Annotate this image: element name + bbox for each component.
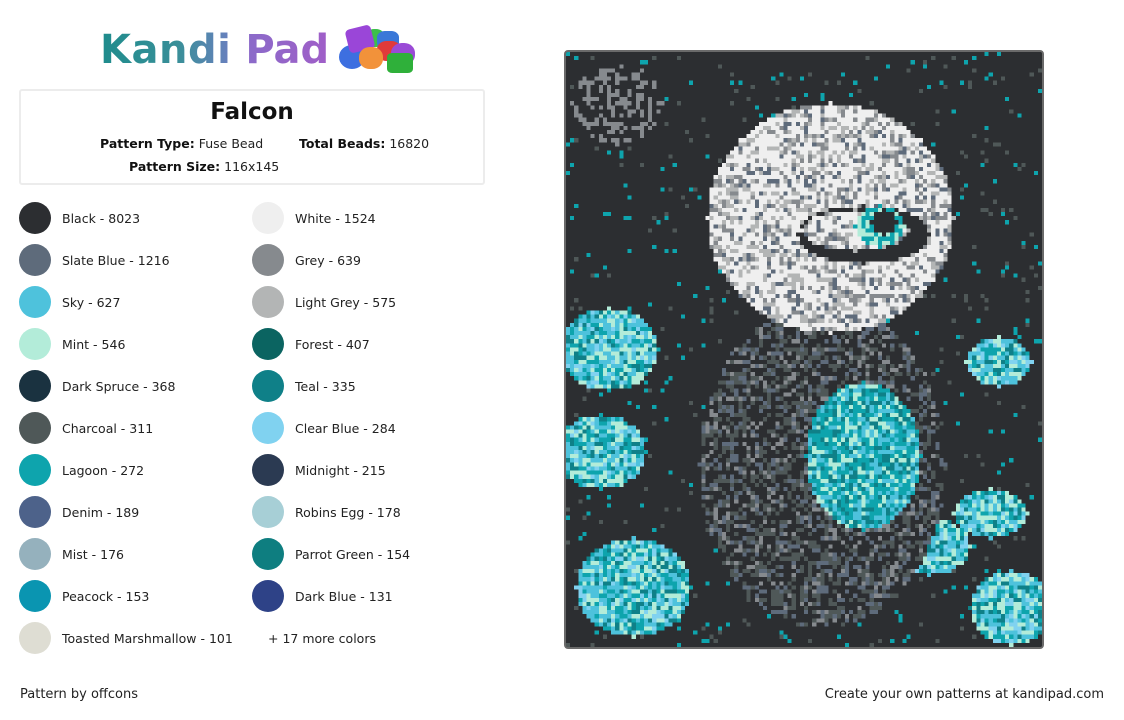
color-swatch (19, 412, 51, 444)
color-label: Sky - 627 (62, 294, 121, 310)
total-beads-value: 16820 (389, 136, 430, 151)
color-item: Lagoon - 272 (19, 454, 259, 486)
color-item: Sky - 627 (19, 286, 259, 318)
more-colors-link[interactable]: + 17 more colors (268, 631, 376, 646)
color-swatch (252, 286, 284, 318)
color-label: Light Grey - 575 (295, 294, 397, 310)
color-label: Dark Blue - 131 (295, 588, 393, 604)
color-item: Dark Spruce - 368 (19, 370, 259, 402)
color-item: Mint - 546 (19, 328, 259, 360)
bead-pile-icon (339, 24, 417, 75)
color-label: Clear Blue - 284 (295, 420, 396, 436)
pattern-size: Pattern Size: 116x145 (129, 159, 279, 174)
color-swatch (19, 328, 51, 360)
pattern-type-label: Pattern Type: (100, 136, 195, 151)
color-swatch (19, 496, 51, 528)
color-item: Midnight - 215 (252, 454, 492, 486)
color-label: Robins Egg - 178 (295, 504, 401, 520)
pattern-type-value: Fuse Bead (198, 136, 264, 151)
color-item: Clear Blue - 284 (252, 412, 492, 444)
color-swatch (19, 622, 51, 654)
color-swatch (19, 580, 51, 612)
color-label: Grey - 639 (295, 252, 361, 268)
bead-pattern-canvas (566, 52, 1042, 647)
kandipad-logo[interactable]: Kandi Pad (100, 24, 417, 76)
pattern-title: Falcon (210, 99, 294, 125)
color-item: Forest - 407 (252, 328, 492, 360)
color-item: Charcoal - 311 (19, 412, 259, 444)
color-item: Slate Blue - 1216 (19, 244, 259, 276)
color-item: Dark Blue - 131 (252, 580, 492, 612)
pattern-preview-image (564, 50, 1044, 649)
color-swatch (252, 244, 284, 276)
kandipad-promo-link[interactable]: Create your own patterns at kandipad.com (825, 687, 1104, 702)
color-swatch (19, 286, 51, 318)
pattern-type: Pattern Type: Fuse Bead (100, 136, 263, 151)
color-label: Mist - 176 (62, 546, 124, 562)
color-swatch (19, 244, 51, 276)
color-item: Toasted Marshmallow - 101 (19, 622, 259, 654)
color-swatch (19, 202, 51, 234)
color-label: Lagoon - 272 (62, 462, 145, 478)
color-label: White - 1524 (295, 210, 376, 226)
logo-text-pad: Pad (245, 27, 330, 73)
color-item: Peacock - 153 (19, 580, 259, 612)
color-item: Light Grey - 575 (252, 286, 492, 318)
color-swatch (252, 454, 284, 486)
color-swatch (252, 202, 284, 234)
color-label: Denim - 189 (62, 504, 140, 520)
total-beads-label: Total Beads: (299, 136, 386, 151)
color-item: White - 1524 (252, 202, 492, 234)
color-item: Teal - 335 (252, 370, 492, 402)
pattern-size-label: Pattern Size: (129, 159, 221, 174)
logo-text-kandi: Kandi (100, 27, 232, 73)
color-swatch (19, 538, 51, 570)
color-swatch (252, 412, 284, 444)
color-item: Black - 8023 (19, 202, 259, 234)
color-swatch (252, 580, 284, 612)
color-item: Parrot Green - 154 (252, 538, 492, 570)
color-item: Robins Egg - 178 (252, 496, 492, 528)
total-beads: Total Beads: 16820 (299, 136, 429, 151)
color-swatch (19, 454, 51, 486)
color-item: Denim - 189 (19, 496, 259, 528)
color-label: Mint - 546 (62, 336, 126, 352)
color-label: Charcoal - 311 (62, 420, 154, 436)
color-label: Peacock - 153 (62, 588, 150, 604)
pattern-size-value: 116x145 (224, 159, 280, 174)
color-label: Slate Blue - 1216 (62, 252, 170, 268)
pattern-author[interactable]: Pattern by offcons (20, 687, 138, 702)
color-label: Parrot Green - 154 (295, 546, 411, 562)
color-item: Grey - 639 (252, 244, 492, 276)
color-label: Toasted Marshmallow - 101 (62, 630, 233, 646)
color-label: Forest - 407 (295, 336, 370, 352)
color-label: Dark Spruce - 368 (62, 378, 176, 394)
color-swatch (252, 328, 284, 360)
color-swatch (252, 538, 284, 570)
color-label: Midnight - 215 (295, 462, 386, 478)
color-item: Mist - 176 (19, 538, 259, 570)
color-swatch (252, 370, 284, 402)
color-label: Teal - 335 (295, 378, 356, 394)
color-swatch (252, 496, 284, 528)
pattern-info-card: Falcon Pattern Type: Fuse Bead Total Bea… (19, 89, 485, 185)
color-label: Black - 8023 (62, 210, 141, 226)
color-swatch (19, 370, 51, 402)
